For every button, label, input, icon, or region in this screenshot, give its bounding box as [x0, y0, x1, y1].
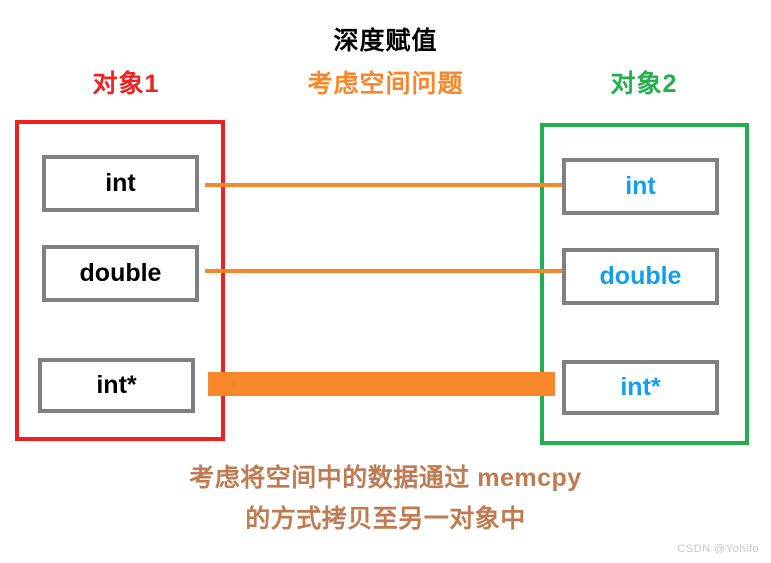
connector-int	[205, 183, 565, 187]
connector-double	[205, 269, 565, 273]
right-member-int-pointer: int*	[562, 360, 719, 415]
connector-intptr-thick-bar	[208, 372, 555, 396]
watermark: CSDN @Yohifo	[677, 543, 759, 555]
footer-note: 考虑将空间中的数据通过 memcpy 的方式拷贝至另一对象中	[0, 458, 771, 539]
left-member-int-pointer: int*	[38, 358, 195, 413]
footer-note-line-2: 的方式拷贝至另一对象中	[245, 504, 526, 533]
footer-note-line-1: 考虑将空间中的数据通过 memcpy	[189, 464, 582, 492]
left-member-int: int	[42, 155, 199, 212]
left-member-double: double	[42, 245, 199, 302]
right-object-label: 对象2	[610, 70, 678, 98]
diagram-title: 深度赋值	[333, 27, 438, 55]
diagram-canvas: 深度赋值 对象1 考虑空间问题 对象2 int double int* int …	[0, 0, 771, 563]
right-member-int: int	[562, 158, 719, 215]
right-member-double: double	[562, 248, 719, 305]
